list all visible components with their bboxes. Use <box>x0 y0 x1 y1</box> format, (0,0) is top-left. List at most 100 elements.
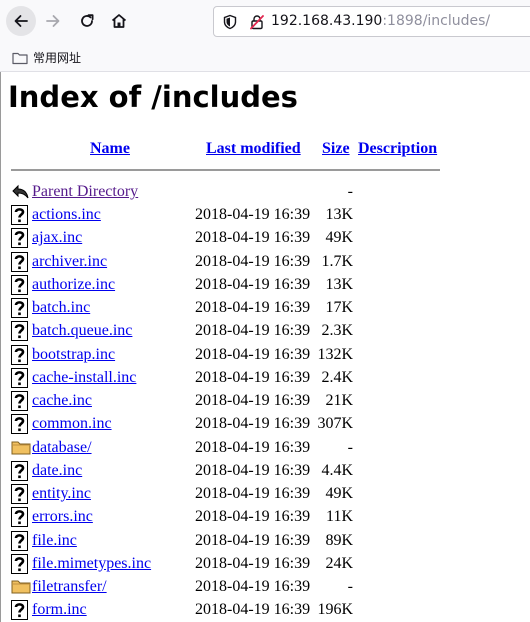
file-link[interactable]: ajax.inc <box>32 229 82 247</box>
last-modified-cell: 2018-04-19 16:39 <box>195 299 311 316</box>
file-unknown-icon <box>11 298 28 318</box>
header-divider <box>11 169 440 171</box>
last-modified-cell: 2018-04-19 16:39 <box>195 461 311 479</box>
last-modified-cell: 2018-04-19 16:39 <box>195 578 311 595</box>
forward-button[interactable] <box>38 6 68 36</box>
url-host: 192.168.43.190 <box>271 13 383 29</box>
size-cell: 2.3K <box>321 322 353 340</box>
size-cell: 1.7K <box>321 252 353 270</box>
file-link[interactable]: date.inc <box>32 462 82 480</box>
size-cell: 13K <box>325 206 353 223</box>
file-link[interactable]: authorize.inc <box>32 276 115 294</box>
size-cell: 4.4K <box>321 461 353 479</box>
url-bar[interactable]: 192.168.43.190:1898/includes/ <box>213 6 530 37</box>
table-row: form.inc 2018-04-19 16:39 196K <box>11 599 441 621</box>
size-cell: - <box>347 183 353 200</box>
last-modified-cell: 2018-04-19 16:39 <box>195 229 311 247</box>
file-unknown-icon <box>11 414 28 435</box>
file-unknown-icon <box>11 553 28 574</box>
arrow-left-icon <box>14 15 28 27</box>
sort-by-size-link[interactable]: Size <box>322 140 350 158</box>
parent-directory-link[interactable]: Parent Directory <box>32 183 138 201</box>
table-row: filetransfer/2018-04-19 16:39 - <box>11 576 441 598</box>
last-modified-cell: 2018-04-19 16:39 <box>195 508 311 526</box>
size-cell: - <box>347 438 353 456</box>
parent-directory-row: Parent Directory - <box>11 181 441 203</box>
file-unknown-icon <box>11 228 28 249</box>
table-row: date.inc 2018-04-19 16:39 4.4K <box>11 460 441 482</box>
folder-icon <box>12 52 28 64</box>
last-modified-cell: 2018-04-19 16:39 <box>195 554 311 572</box>
home-button[interactable] <box>104 6 134 36</box>
file-link[interactable]: file.inc <box>32 532 77 550</box>
table-row: file.inc 2018-04-19 16:39 89K <box>11 530 441 552</box>
file-unknown-icon <box>11 391 28 411</box>
file-link[interactable]: common.inc <box>32 415 112 433</box>
file-link[interactable]: filetransfer/ <box>32 578 107 596</box>
size-cell: 132K <box>317 345 353 363</box>
file-link[interactable]: cache.inc <box>32 392 92 410</box>
file-link[interactable]: errors.inc <box>32 508 93 526</box>
size-cell: 196K <box>317 601 353 619</box>
table-row: errors.inc 2018-04-19 16:39 11K <box>11 506 441 528</box>
table-row: database/2018-04-19 16:39 - <box>11 437 441 459</box>
table-row: ajax.inc 2018-04-19 16:39 49K <box>11 227 441 249</box>
file-link[interactable]: bootstrap.inc <box>32 346 115 364</box>
browser-toolbar: 192.168.43.190:1898/includes/ <box>0 0 530 44</box>
size-cell: 13K <box>325 275 353 293</box>
url-text[interactable]: 192.168.43.190:1898/includes/ <box>271 13 490 29</box>
file-link[interactable]: archiver.inc <box>32 253 107 271</box>
file-link[interactable]: cache-install.inc <box>32 369 136 387</box>
file-unknown-icon <box>11 367 28 388</box>
last-modified-cell: 2018-04-19 16:39 <box>195 275 311 293</box>
last-modified-cell: 2018-04-19 16:39 <box>195 485 311 502</box>
file-link[interactable]: batch.inc <box>32 299 90 317</box>
file-link[interactable]: form.inc <box>32 601 87 619</box>
back-button[interactable] <box>6 6 36 36</box>
file-unknown-icon <box>11 321 28 342</box>
last-modified-cell: 2018-04-19 16:39 <box>195 601 311 619</box>
file-link[interactable]: file.mimetypes.inc <box>32 555 151 573</box>
size-cell: 24K <box>325 554 353 572</box>
table-row: file.mimetypes.inc 2018-04-19 16:39 24K <box>11 553 441 575</box>
shield-icon[interactable] <box>222 14 238 30</box>
folder-icon <box>11 580 31 594</box>
last-modified-cell: 2018-04-19 16:39 <box>195 531 311 549</box>
file-link[interactable]: entity.inc <box>32 485 91 503</box>
file-unknown-icon <box>11 600 28 621</box>
sort-by-description-link[interactable]: Description <box>358 140 437 158</box>
bookmark-item[interactable]: 常用网址 <box>12 49 81 66</box>
table-row: cache-install.inc 2018-04-19 16:39 2.4K <box>11 367 441 389</box>
reload-button[interactable] <box>72 6 102 36</box>
table-row: authorize.inc 2018-04-19 16:39 13K <box>11 274 441 296</box>
size-cell: 17K <box>325 299 353 316</box>
size-cell: 2.4K <box>321 368 353 386</box>
size-cell: 21K <box>325 392 353 409</box>
sort-by-name-link[interactable]: Name <box>90 140 130 158</box>
file-link[interactable]: actions.inc <box>32 206 101 224</box>
folder-icon <box>11 441 31 454</box>
size-cell: 307K <box>317 415 353 433</box>
file-link[interactable]: batch.queue.inc <box>32 322 132 340</box>
table-row: archiver.inc 2018-04-19 16:39 1.7K <box>11 251 441 273</box>
file-link[interactable]: database/ <box>32 439 92 457</box>
bookmarks-bar: 常用网址 <box>0 44 530 72</box>
last-modified-cell: 2018-04-19 16:39 <box>195 322 311 340</box>
last-modified-cell: 2018-04-19 16:39 <box>195 368 311 386</box>
last-modified-cell: 2018-04-19 16:39 <box>195 345 311 363</box>
table-row: common.inc 2018-04-19 16:39 307K <box>11 413 441 435</box>
last-modified-cell: 2018-04-19 16:39 <box>195 392 311 409</box>
last-modified-cell: 2018-04-19 16:39 <box>195 415 311 433</box>
table-row: actions.inc 2018-04-19 16:39 13K <box>11 204 441 226</box>
table-row: entity.inc 2018-04-19 16:39 49K <box>11 483 441 505</box>
bookmark-label: 常用网址 <box>33 51 82 65</box>
file-unknown-icon <box>11 274 28 295</box>
reload-icon <box>81 14 94 27</box>
sort-by-last-modified-link[interactable]: Last modified <box>206 140 301 158</box>
last-modified-cell: 2018-04-19 16:39 <box>195 252 311 270</box>
size-cell: 11K <box>326 508 353 526</box>
size-cell: 49K <box>325 229 353 247</box>
insecure-lock-icon[interactable] <box>249 14 265 30</box>
table-row: batch.queue.inc 2018-04-19 16:39 2.3K <box>11 320 441 342</box>
size-cell: - <box>347 578 353 595</box>
